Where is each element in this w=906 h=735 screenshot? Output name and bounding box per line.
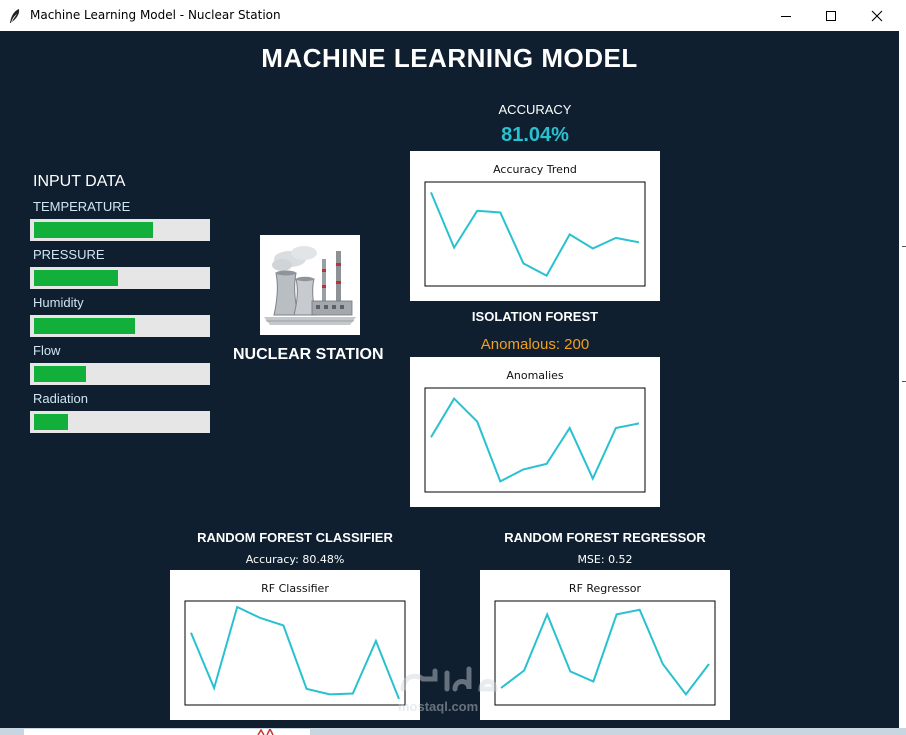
humidity-label: Humidity (33, 295, 84, 310)
plot-frame (184, 600, 406, 706)
accuracy-trend-plot (424, 181, 646, 287)
maximize-button[interactable] (808, 0, 854, 31)
anomalies-chart: Anomalies (410, 357, 660, 507)
anomalous-count: Anomalous: 200 (480, 336, 590, 353)
temperature-bar (30, 219, 210, 241)
watermark: mostaql.com (395, 659, 510, 719)
window-title: Machine Learning Model - Nuclear Station (30, 8, 281, 22)
close-icon (871, 10, 883, 21)
feather-icon (10, 9, 20, 23)
flow-bar-fill (34, 366, 86, 382)
pressure-bar (30, 267, 210, 289)
window-titlebar: Machine Learning Model - Nuclear Station (0, 0, 906, 32)
power-plant-icon (264, 246, 356, 325)
series-line (500, 608, 710, 697)
rf-classifier-chart: RF Classifier (170, 570, 420, 720)
app-canvas: MACHINE LEARNING MODEL INPUT DATA TEMPER… (0, 31, 899, 728)
minimize-icon (781, 15, 791, 17)
rf-regressor-mse: MSE: 0.52 (577, 553, 633, 566)
input-data-title: INPUT DATA (33, 173, 126, 190)
watermark-logo-icon (400, 666, 498, 692)
page-title: MACHINE LEARNING MODEL (261, 43, 638, 73)
close-button[interactable] (854, 0, 900, 31)
rf-classifier-title: RANDOM FOREST CLASSIFIER (197, 530, 393, 545)
background-window-edge (899, 31, 906, 728)
station-label: NUCLEAR STATION (233, 346, 384, 363)
temperature-label: TEMPERATURE (33, 199, 131, 214)
humidity-bar (30, 315, 210, 337)
partial-logo-icon (257, 729, 274, 735)
taskbar-fragment (0, 728, 906, 735)
rf-regressor-chart: RF Regressor (480, 570, 730, 720)
accuracy-label: ACCURACY (498, 102, 572, 117)
maximize-icon (826, 10, 836, 21)
series-line (430, 192, 640, 277)
series-line (190, 605, 400, 700)
rf-regressor-title: RANDOM FOREST REGRESSOR (504, 530, 706, 545)
flow-bar (30, 363, 210, 385)
isolation-forest-title: ISOLATION FOREST (471, 309, 599, 324)
temperature-bar-fill (34, 222, 153, 238)
flow-label: Flow (33, 343, 61, 358)
watermark-text: mostaql.com (398, 699, 479, 714)
radiation-bar (30, 411, 210, 433)
accuracy-trend-chart: Accuracy Trend (410, 151, 660, 301)
radiation-label: Radiation (33, 391, 88, 406)
anomalies-plot (424, 387, 646, 493)
radiation-bar-fill (34, 414, 68, 430)
pressure-label: PRESSURE (33, 247, 105, 262)
rf-classifier-plot (184, 600, 406, 706)
humidity-bar-fill (34, 318, 135, 334)
pressure-bar-fill (34, 270, 118, 286)
series-line (430, 396, 640, 483)
rf-regressor-plot (494, 600, 716, 706)
minimize-button[interactable] (763, 0, 809, 31)
accuracy-value: 81.04% (501, 124, 569, 146)
nuclear-station-image (260, 235, 360, 335)
rf-classifier-accuracy: Accuracy: 80.48% (245, 553, 345, 566)
